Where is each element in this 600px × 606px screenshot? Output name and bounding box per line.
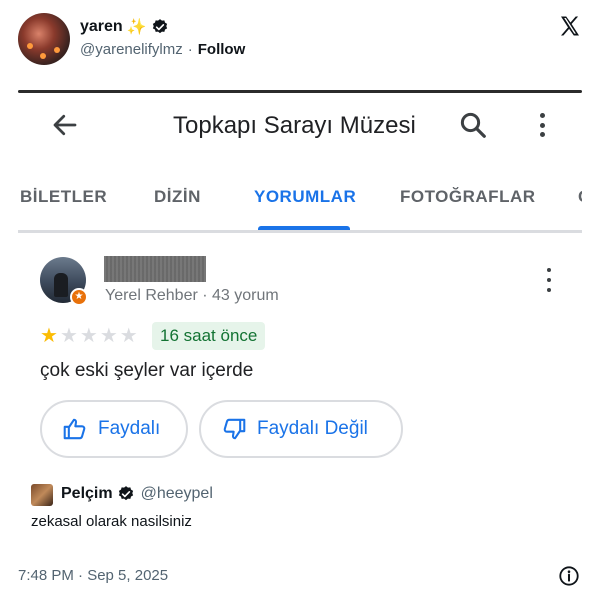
avatar-decoration (27, 43, 33, 49)
follow-button[interactable]: Follow (198, 41, 246, 58)
local-guide-badge-icon: ★ (70, 288, 88, 306)
not-helpful-button[interactable]: Faydalı Değil (199, 400, 403, 458)
dot (539, 132, 545, 137)
verified-badge-icon (118, 486, 133, 501)
thumbs-up-icon (63, 418, 86, 440)
star-rating: ★ ★ ★ ★ ★ (40, 326, 138, 346)
avatar-figure (54, 273, 68, 297)
review-text: çok eski şeyler var içerde (40, 360, 254, 381)
star-empty-icon: ★ (79, 325, 98, 347)
author-avatar[interactable] (18, 13, 70, 65)
author-handle-row: @yarenelifylmz · Follow (80, 41, 245, 58)
tab-reviews[interactable]: YORUMLAR (254, 187, 356, 207)
x-logo-icon[interactable] (558, 14, 582, 38)
author-handle[interactable]: @yarenelifylmz (80, 41, 183, 58)
review-time-badge: 16 saat önce (152, 322, 266, 350)
review-more-icon[interactable] (544, 268, 554, 292)
tweet-timestamp[interactable]: 7:48 PM · Sep 5, 2025 (18, 567, 168, 584)
tab-photos[interactable]: FOTOĞRAFLAR (400, 187, 536, 207)
sparkles-emoji: ✨ (126, 19, 147, 36)
dot (547, 278, 551, 282)
helpful-label: Faydalı (98, 418, 161, 439)
author-name-row[interactable]: yaren ✨ (80, 17, 169, 37)
tab-directory[interactable]: DİZİN (154, 187, 201, 207)
more-vert-icon[interactable] (536, 110, 548, 140)
quoted-author-row[interactable]: Pelçim @heeypel (61, 485, 213, 503)
quoted-author-avatar[interactable] (31, 484, 53, 506)
quoted-author-handle[interactable]: @heeypel (141, 485, 213, 503)
helpful-button[interactable]: Faydalı (40, 400, 188, 458)
tab-bar: BİLETLER DİZİN YORUMLAR FOTOĞRAFLAR G (18, 183, 582, 227)
not-helpful-label: Faydalı Değil (257, 418, 368, 439)
thumbs-down-icon (223, 418, 246, 440)
info-icon[interactable] (558, 565, 580, 587)
star-empty-icon: ★ (59, 325, 78, 347)
dot (547, 288, 551, 292)
tab-tickets[interactable]: BİLETLER (20, 187, 107, 207)
dot (539, 113, 545, 118)
search-icon[interactable] (458, 110, 488, 140)
embedded-screenshot[interactable]: Topkapı Sarayı Müzesi BİLETLER DİZİN YOR… (18, 90, 582, 458)
reviewer-meta: Yerel Rehber · 43 yorum (105, 287, 279, 304)
dot (539, 122, 545, 128)
quoted-author-name[interactable]: Pelçim (61, 485, 113, 503)
app-title: Topkapı Sarayı Müzesi (173, 112, 416, 139)
separator: · (187, 41, 193, 58)
divider (18, 90, 582, 93)
author-name[interactable]: yaren (80, 18, 123, 36)
star-empty-icon: ★ (119, 325, 138, 347)
quoted-text: zekasal olarak nasilsiniz (31, 513, 192, 530)
avatar-decoration (54, 47, 60, 53)
star-filled-icon: ★ (40, 325, 58, 347)
divider (18, 230, 582, 233)
dot (547, 268, 551, 272)
back-arrow-icon[interactable] (50, 110, 80, 140)
verified-badge-icon (152, 19, 167, 34)
avatar-decoration (40, 53, 46, 59)
reviewer-name-redacted (104, 256, 206, 282)
tab-overflow[interactable]: G (578, 187, 582, 207)
star-empty-icon: ★ (99, 325, 118, 347)
